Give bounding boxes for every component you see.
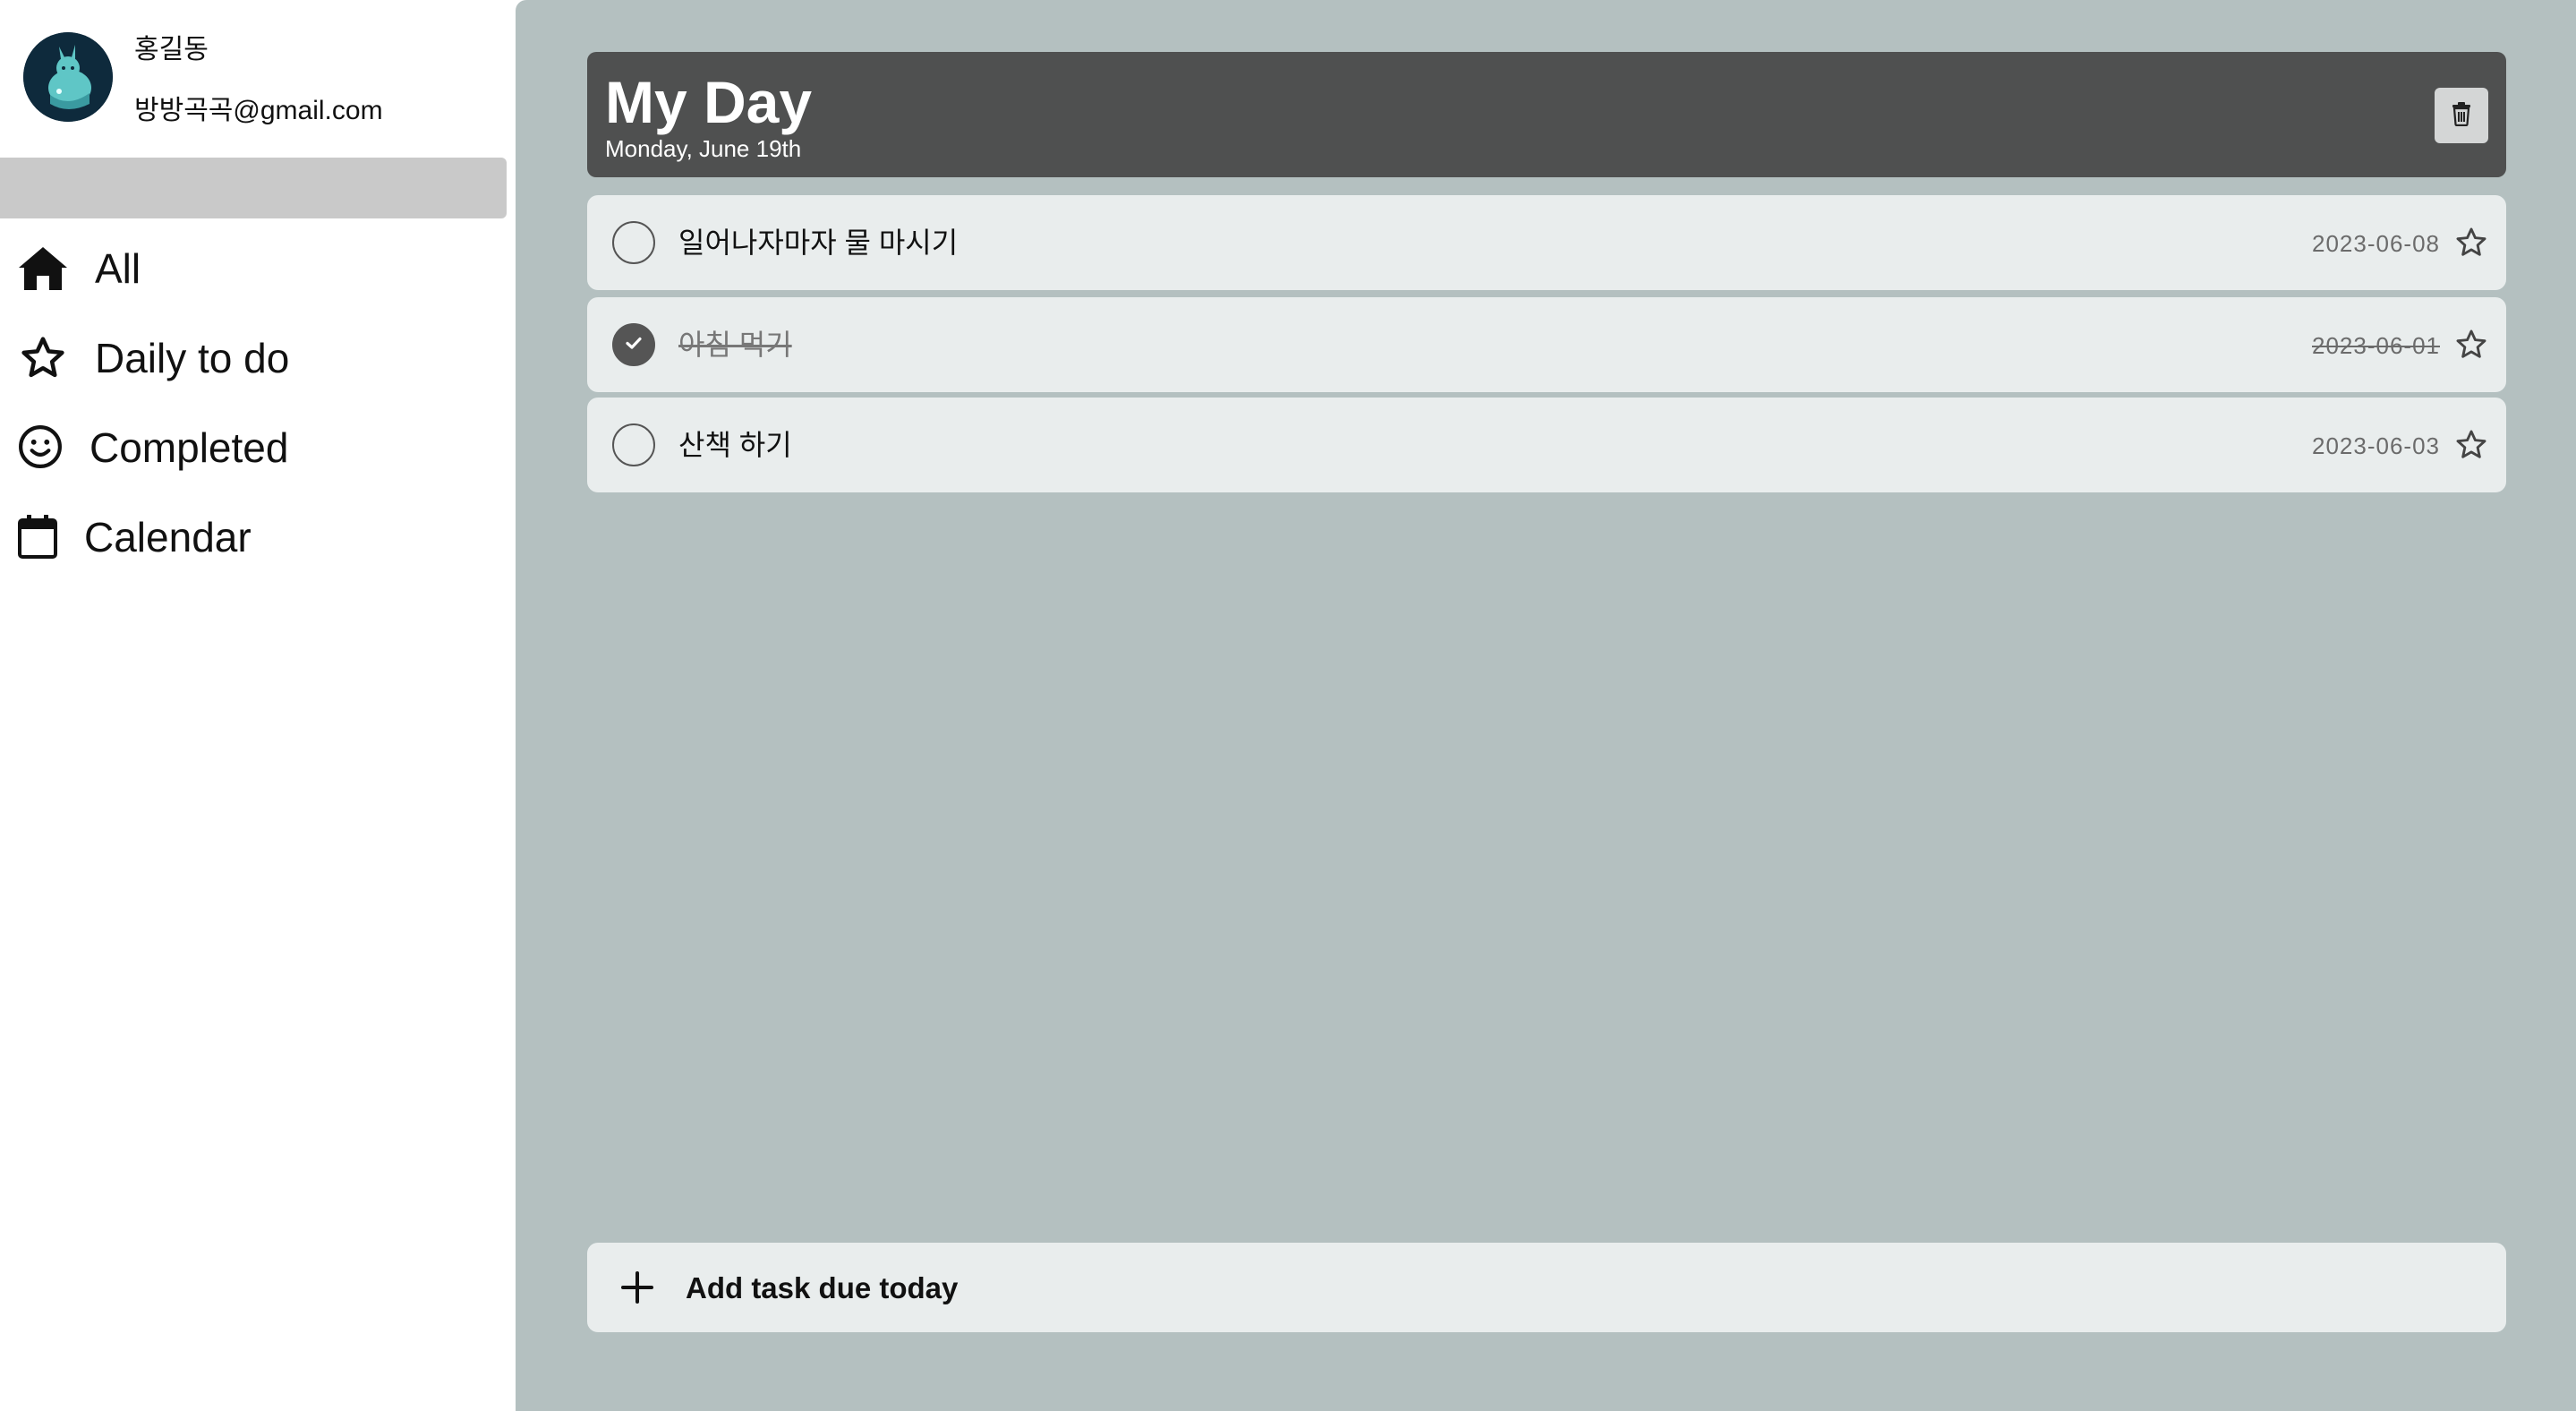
star-icon — [18, 333, 68, 383]
sidebar-item-all[interactable]: All — [0, 233, 501, 304]
plus-icon — [618, 1268, 657, 1307]
sidebar-item-daily-to-do[interactable]: Daily to do — [0, 322, 501, 394]
user-profile: 홍길동 방방곡곡@gmail.com — [23, 32, 507, 131]
star-icon[interactable] — [2452, 426, 2490, 464]
sidebar: 홍길동 방방곡곡@gmail.com All Daily to do Compl… — [0, 0, 516, 1411]
delete-button[interactable] — [2435, 88, 2488, 143]
star-icon[interactable] — [2452, 326, 2490, 363]
sidebar-item-completed[interactable]: Completed — [0, 412, 501, 483]
home-icon — [16, 245, 70, 292]
task-due-date: 2023-06-01 — [2312, 332, 2440, 359]
task-title: 산책 하기 — [678, 429, 792, 461]
main-panel: My Day Monday, June 19th 일어나자마자 물 마시기 20… — [516, 0, 2576, 1411]
user-email: 방방곡곡@gmail.com — [134, 96, 383, 125]
avatar[interactable] — [23, 32, 113, 122]
sidebar-item-label: Completed — [90, 424, 289, 471]
task-item[interactable]: 아침 먹기 2023-06-01 — [587, 297, 2506, 392]
task-item[interactable]: 일어나자마자 물 마시기 2023-06-08 — [587, 195, 2506, 290]
task-item[interactable]: 산책 하기 2023-06-03 — [587, 398, 2506, 492]
sidebar-item-label: All — [95, 245, 141, 292]
task-title: 일어나자마자 물 마시기 — [678, 227, 959, 259]
task-checkbox[interactable] — [612, 323, 655, 366]
star-icon[interactable] — [2452, 224, 2490, 261]
add-task-button[interactable]: Add task due today — [587, 1243, 2506, 1332]
calendar-icon — [16, 512, 59, 560]
smiley-icon — [16, 423, 64, 471]
page-header: My Day Monday, June 19th — [587, 52, 2506, 177]
user-name: 홍길동 — [134, 35, 209, 64]
task-due-date: 2023-06-08 — [2312, 230, 2440, 257]
sidebar-item-calendar[interactable]: Calendar — [0, 501, 501, 573]
trash-icon — [2451, 101, 2472, 131]
sidebar-item-label: Calendar — [84, 514, 252, 560]
sidebar-search-bar[interactable] — [0, 158, 507, 218]
check-icon — [623, 332, 644, 358]
add-task-label: Add task due today — [686, 1271, 959, 1304]
page-title: My Day — [605, 69, 813, 135]
task-checkbox[interactable] — [612, 221, 655, 264]
task-due-date: 2023-06-03 — [2312, 432, 2440, 459]
task-checkbox[interactable] — [612, 423, 655, 466]
sidebar-item-label: Daily to do — [95, 335, 290, 381]
task-title: 아침 먹기 — [678, 329, 792, 361]
page-date: Monday, June 19th — [605, 135, 802, 162]
